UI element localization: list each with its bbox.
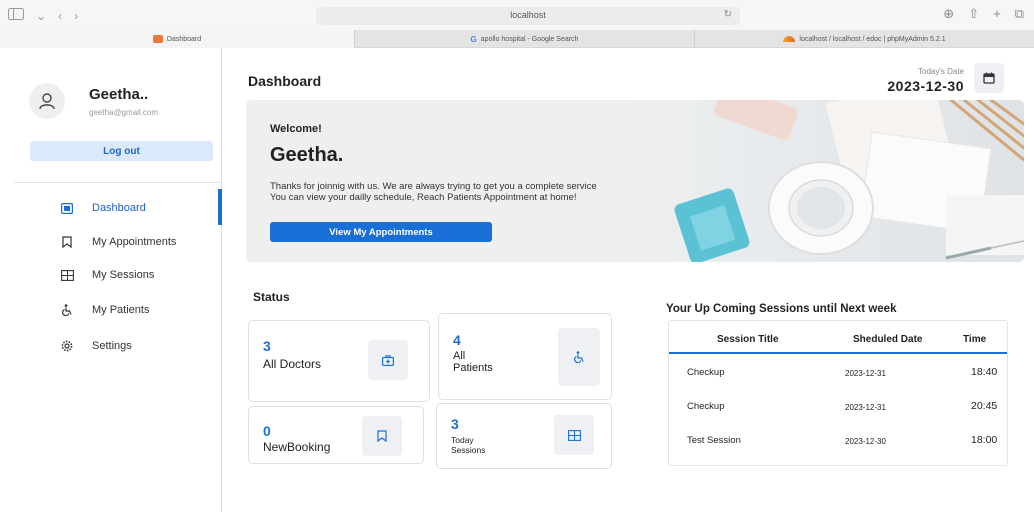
tab-strip: Dashboard G apollo hospital - Google Sea… — [0, 30, 1034, 48]
card-count: 0 — [263, 423, 271, 439]
phpmyadmin-favicon-icon — [783, 36, 796, 42]
sessions-table: Session Title Sheduled Date Time Checkup… — [668, 320, 1008, 466]
user-email: geetha@gmail.com — [89, 108, 159, 117]
sidebar-item-label: My Patients — [92, 304, 150, 316]
status-card-doctors[interactable]: 3 All Doctors — [248, 320, 430, 402]
tab-google-search[interactable]: G apollo hospital - Google Search — [354, 30, 694, 48]
sidebar-item-label: My Sessions — [92, 269, 155, 281]
tab-dashboard[interactable]: Dashboard — [0, 30, 354, 48]
welcome-name: Geetha. — [270, 144, 344, 166]
doctor-bag-icon — [368, 340, 408, 380]
welcome-text: Thanks for joinnig with us. We are alway… — [270, 181, 597, 203]
status-card-patients[interactable]: 4 All Patients — [438, 313, 612, 400]
card-label: All Doctors — [263, 357, 322, 371]
reload-icon[interactable]: ↻ — [724, 9, 732, 20]
sidebar-item-sessions[interactable]: My Sessions — [0, 264, 222, 286]
session-date-cell: 2023-12-31 — [845, 369, 886, 378]
sidebar-toggle-icon[interactable] — [8, 8, 24, 23]
session-time-cell: 18:40 — [971, 366, 998, 378]
back-icon[interactable]: ‹ — [58, 9, 62, 23]
welcome-heading: Welcome! — [270, 123, 322, 135]
tabs-overview-icon[interactable]: ⧉ — [1015, 6, 1024, 22]
session-date-cell: 2023-12-30 — [845, 437, 886, 446]
calendar-button[interactable] — [974, 63, 1004, 93]
new-tab-icon[interactable]: + — [993, 6, 1001, 22]
date-label: Today's Date — [918, 67, 964, 76]
chevron-down-icon[interactable]: ⌄ — [36, 9, 46, 23]
tab-phpmyadmin[interactable]: localhost / localhost / edoc | phpMyAdmi… — [694, 30, 1034, 48]
calendar-icon — [983, 72, 995, 84]
user-name: Geetha.. — [89, 86, 149, 103]
sidebar-item-label: Dashboard — [92, 202, 146, 214]
status-card-today-sessions[interactable]: 3 Today Sessions — [436, 403, 612, 469]
card-label: NewBooking — [263, 440, 331, 454]
user-icon — [39, 93, 55, 110]
sidebar: Geetha.. geetha@gmail.com Log out Dashbo… — [0, 48, 222, 512]
column-header: Time — [963, 334, 987, 345]
logout-button[interactable]: Log out — [30, 141, 213, 161]
wheelchair-icon — [60, 303, 74, 317]
session-title-cell: Checkup — [687, 367, 725, 378]
sessions-icon — [60, 268, 74, 282]
sessions-icon — [554, 415, 594, 455]
share-icon[interactable]: ⇧ — [968, 6, 979, 22]
session-time-cell: 18:00 — [971, 434, 998, 446]
profile-section: Geetha.. geetha@gmail.com Log out — [14, 48, 222, 183]
sidebar-item-patients[interactable]: My Patients — [0, 299, 222, 321]
session-title-cell: Checkup — [687, 401, 725, 412]
sidebar-item-dashboard[interactable]: Dashboard — [0, 197, 222, 219]
forward-icon[interactable]: › — [74, 9, 78, 23]
address-bar[interactable]: localhost ↻ — [316, 7, 740, 25]
status-card-newbooking[interactable]: 0 NewBooking — [248, 406, 424, 464]
page-title: Dashboard — [248, 73, 322, 89]
browser-toolbar: ⌄ ‹ › localhost ↻ ⊕ ⇧ + ⧉ — [0, 0, 1034, 30]
address-text: localhost — [510, 10, 546, 20]
gear-icon — [60, 339, 74, 353]
bookmark-icon — [60, 235, 74, 249]
google-favicon-icon: G — [470, 34, 477, 44]
card-label: All Patients — [453, 350, 493, 374]
card-label: Today Sessions — [451, 435, 486, 455]
date-value: 2023-12-30 — [887, 78, 964, 94]
dashboard-favicon-icon — [152, 35, 163, 43]
welcome-banner: Welcome! Geetha. Thanks for joinnig with… — [246, 100, 1024, 262]
header-underline — [669, 352, 1007, 354]
card-count: 3 — [451, 416, 459, 432]
column-header: Sheduled Date — [853, 334, 923, 345]
download-icon[interactable]: ⊕ — [943, 6, 954, 22]
bookmark-icon — [362, 416, 402, 456]
session-title-cell: Test Session — [687, 435, 741, 446]
card-count: 3 — [263, 338, 271, 354]
sessions-title: Your Up Coming Sessions until Next week — [666, 303, 897, 315]
column-header: Session Title — [717, 334, 779, 345]
view-appointments-button[interactable]: View My Appointments — [270, 222, 492, 242]
session-date-cell: 2023-12-31 — [845, 403, 886, 412]
card-count: 4 — [453, 332, 461, 348]
session-time-cell: 20:45 — [971, 400, 998, 412]
main-content: Dashboard Today's Date 2023-12-30 Welcom… — [222, 48, 1034, 512]
sidebar-item-label: My Appointments — [92, 236, 177, 248]
status-title: Status — [253, 290, 290, 304]
sidebar-item-label: Settings — [92, 340, 132, 352]
dashboard-icon — [60, 201, 74, 215]
wheelchair-icon — [558, 328, 600, 386]
sidebar-item-settings[interactable]: Settings — [0, 335, 222, 357]
sidebar-item-appointments[interactable]: My Appointments — [0, 231, 222, 253]
avatar — [29, 83, 65, 119]
